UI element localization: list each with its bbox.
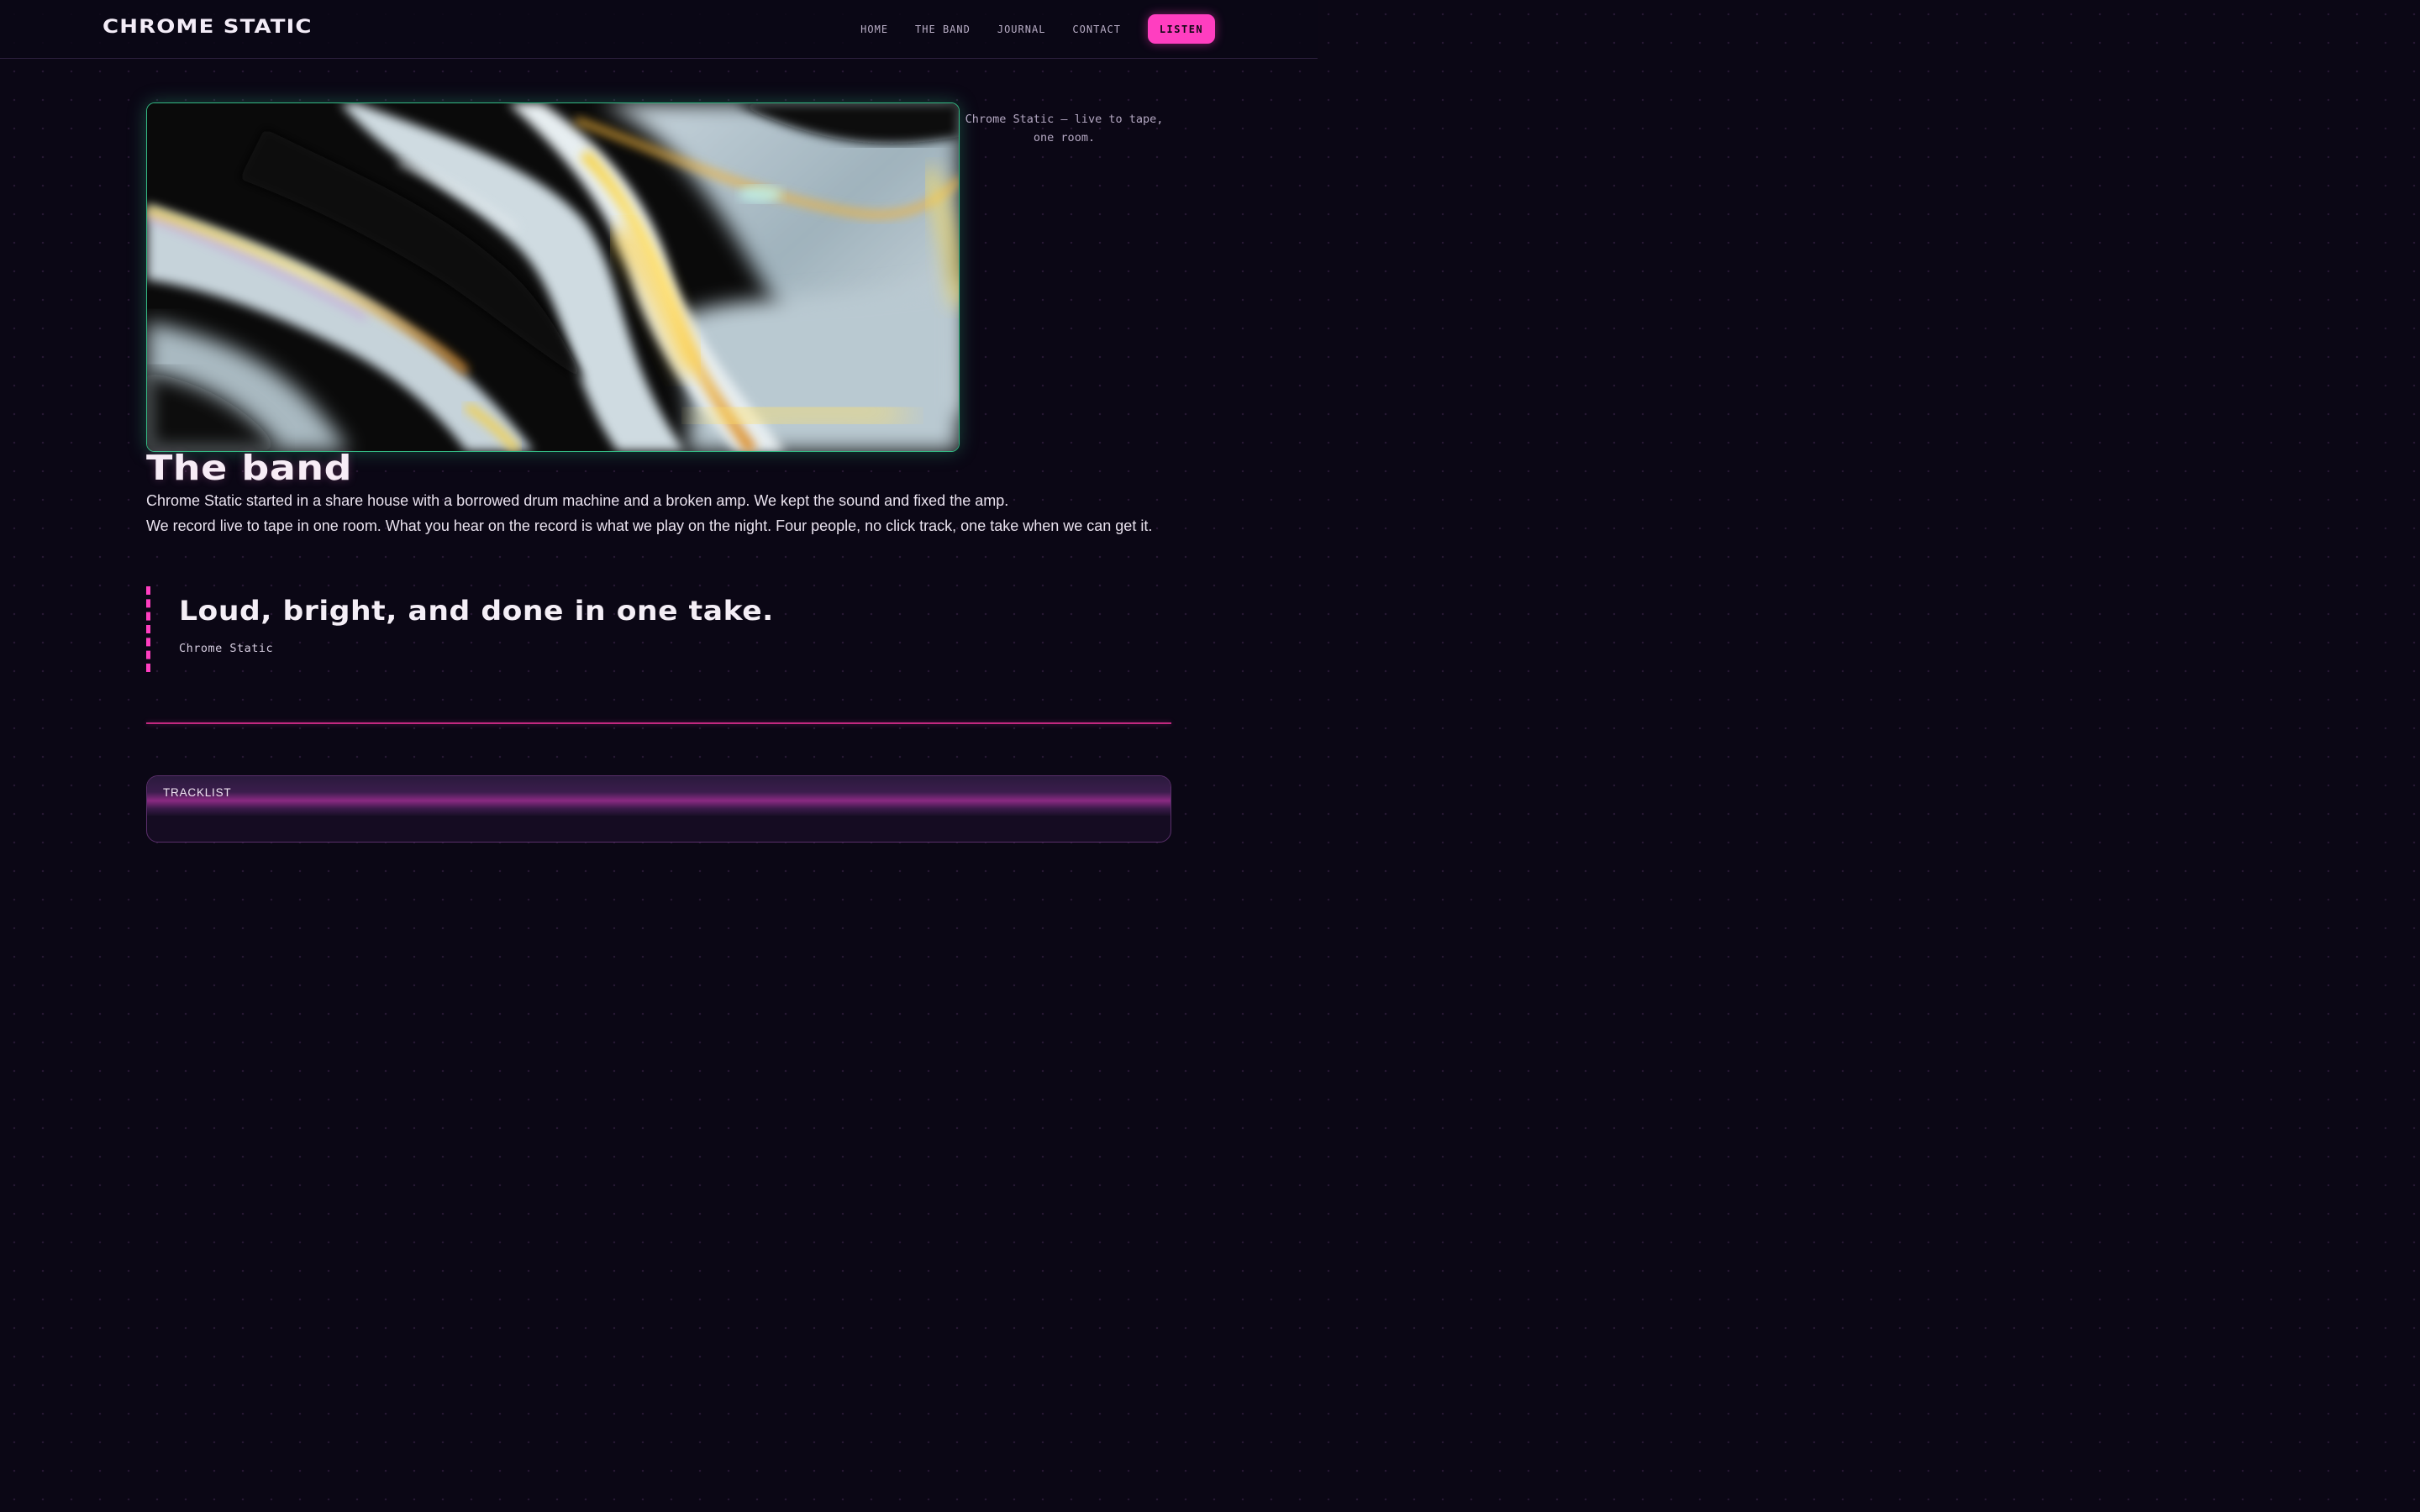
brand-logo[interactable]: CHROME STATIC: [103, 17, 313, 38]
tracklist-label: TRACKLIST: [163, 786, 232, 799]
nav-contact-link[interactable]: CONTACT: [1072, 24, 1121, 35]
quote-text: Loud, bright, and done in one take.: [179, 595, 774, 627]
listen-button[interactable]: LISTEN: [1148, 14, 1215, 44]
nav-journal-link[interactable]: JOURNAL: [997, 24, 1046, 35]
hero-caption: Chrome Static — live to tape, one room.: [965, 113, 1164, 144]
site-header: CHROME STATIC HOME THE BAND JOURNAL CONT…: [0, 0, 1318, 59]
section-divider: [146, 722, 1171, 724]
nav-the-band-link[interactable]: THE BAND: [915, 24, 971, 35]
nav-home-link[interactable]: HOME: [860, 24, 888, 35]
band-paragraph-2: We record live to tape in one room. What…: [146, 517, 1153, 534]
tracklist-panel: TRACKLIST: [146, 775, 1171, 843]
pull-quote: Loud, bright, and done in one take. Chro…: [146, 586, 986, 672]
quote-citation: Chrome Static: [179, 642, 274, 655]
main-nav: HOME THE BAND JOURNAL CONTACT LISTEN: [860, 14, 1215, 44]
chrome-swirl-artwork: [147, 103, 959, 451]
band-paragraph-1: Chrome Static started in a share house w…: [146, 492, 1009, 509]
band-section-title: The band: [146, 448, 353, 488]
hero-image: [146, 102, 960, 452]
tracklist-header: TRACKLIST: [147, 776, 1171, 816]
